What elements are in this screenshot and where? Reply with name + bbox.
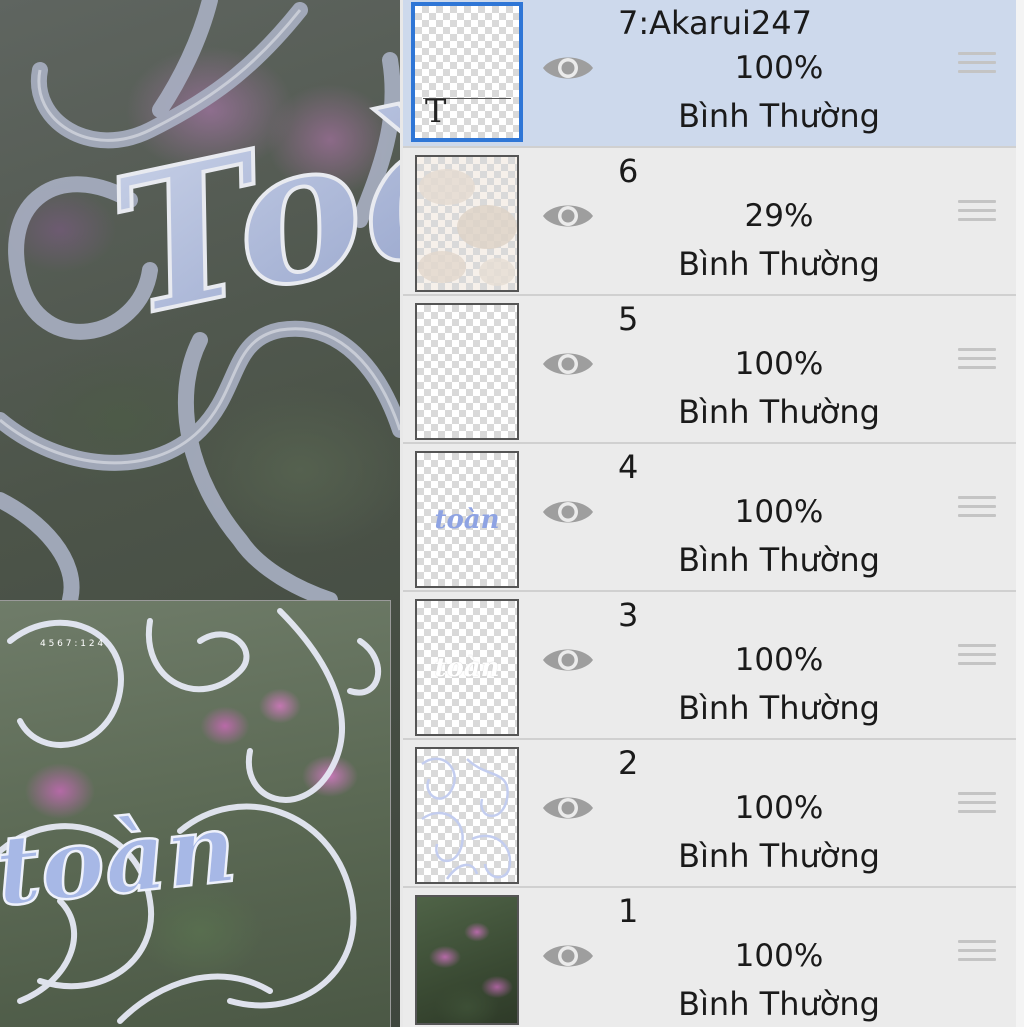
layer-opacity: 100% bbox=[734, 790, 824, 826]
layer-blend-mode: Bình Thường bbox=[678, 837, 880, 875]
eye-icon[interactable] bbox=[541, 938, 595, 974]
drag-handle-icon[interactable] bbox=[958, 644, 996, 674]
layer-opacity: 100% bbox=[734, 494, 824, 530]
layer-thumbnail[interactable] bbox=[415, 747, 519, 884]
layer-row-2[interactable]: 2 100% Bình Thường bbox=[403, 740, 1016, 888]
layer-panel: T 7:Akarui247 100% Bình Thường 6 29% Bìn… bbox=[403, 0, 1016, 1027]
layer-thumbnail[interactable] bbox=[415, 895, 519, 1025]
layer-blend-mode: Bình Thường bbox=[678, 393, 880, 431]
eye-icon[interactable] bbox=[541, 642, 595, 678]
layer-row-7[interactable]: T 7:Akarui247 100% Bình Thường bbox=[403, 0, 1016, 148]
layer-opacity: 100% bbox=[734, 938, 824, 974]
layer-row-4[interactable]: toàn 4 100% Bình Thường bbox=[403, 444, 1016, 592]
drag-handle-icon[interactable] bbox=[958, 348, 996, 378]
eye-icon[interactable] bbox=[541, 346, 595, 382]
preview-lettering: toàn bbox=[0, 791, 241, 929]
eye-icon[interactable] bbox=[541, 790, 595, 826]
layer-blend-mode: Bình Thường bbox=[678, 245, 880, 283]
layer-name: 1 bbox=[618, 892, 639, 930]
drawing-canvas[interactable]: Toàn toàn 4 5 6 7 : 1 2 4 bbox=[0, 0, 400, 1027]
eye-icon[interactable] bbox=[541, 198, 595, 234]
layer-name: 4 bbox=[618, 448, 639, 486]
preview-tiny-text: 4 5 6 7 : 1 2 4 bbox=[40, 639, 103, 649]
layer-opacity: 100% bbox=[734, 50, 824, 86]
layer-blend-mode: Bình Thường bbox=[678, 985, 880, 1023]
eye-icon[interactable] bbox=[541, 50, 595, 86]
layer-thumbnail[interactable] bbox=[415, 303, 519, 440]
preview-artwork: toàn 4 5 6 7 : 1 2 4 bbox=[0, 608, 381, 1024]
layer-thumbnail[interactable]: T bbox=[411, 2, 523, 142]
layer-name: 2 bbox=[618, 744, 639, 782]
canvas-artwork: Toàn bbox=[0, 0, 400, 600]
canvas-navigator-preview[interactable]: toàn 4 5 6 7 : 1 2 4 bbox=[0, 600, 391, 1027]
thumbnail-lettering: toàn bbox=[434, 653, 500, 683]
thumbnail-lettering: toàn bbox=[434, 505, 500, 535]
layer-name: 7:Akarui247 bbox=[618, 4, 813, 42]
drag-handle-icon[interactable] bbox=[958, 200, 996, 230]
layer-opacity: 100% bbox=[734, 346, 824, 382]
layer-blend-mode: Bình Thường bbox=[678, 97, 880, 135]
layer-name: 5 bbox=[618, 300, 639, 338]
drag-handle-icon[interactable] bbox=[958, 52, 996, 82]
layer-row-5[interactable]: 5 100% Bình Thường bbox=[403, 296, 1016, 444]
drag-handle-icon[interactable] bbox=[958, 792, 996, 822]
drag-handle-icon[interactable] bbox=[958, 940, 996, 970]
text-layer-icon: T bbox=[425, 92, 447, 130]
layer-opacity: 29% bbox=[744, 198, 814, 234]
layer-row-6[interactable]: 6 29% Bình Thường bbox=[403, 148, 1016, 296]
layer-blend-mode: Bình Thường bbox=[678, 541, 880, 579]
haze-preview bbox=[418, 169, 517, 286]
drag-handle-icon[interactable] bbox=[958, 496, 996, 526]
swirls-preview bbox=[421, 757, 512, 880]
canvas-lettering: Toàn bbox=[95, 36, 400, 360]
layer-name: 3 bbox=[618, 596, 639, 634]
panel-edge bbox=[1016, 0, 1024, 1027]
layer-thumbnail[interactable]: toàn bbox=[415, 451, 519, 588]
layer-name: 6 bbox=[618, 152, 639, 190]
layer-opacity: 100% bbox=[734, 642, 824, 678]
layer-row-1[interactable]: 1 100% Bình Thường bbox=[403, 888, 1016, 1027]
layer-blend-mode: Bình Thường bbox=[678, 689, 880, 727]
eye-icon[interactable] bbox=[541, 494, 595, 530]
layer-thumbnail[interactable]: toàn bbox=[415, 599, 519, 736]
layer-row-3[interactable]: toàn 3 100% Bình Thường bbox=[403, 592, 1016, 740]
layer-thumbnail[interactable] bbox=[415, 155, 519, 292]
